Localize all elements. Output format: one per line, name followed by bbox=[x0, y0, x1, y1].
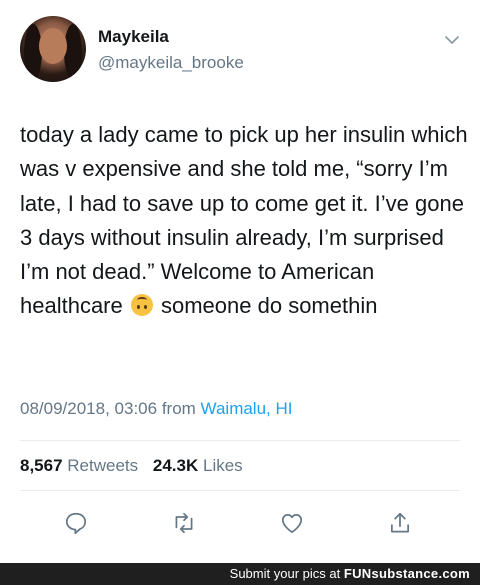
reply-icon bbox=[65, 512, 87, 535]
tweet-location-link[interactable]: Waimalu, HI bbox=[201, 399, 293, 418]
tweet-card: Maykeila @maykeila_brooke today a lady c… bbox=[0, 0, 480, 563]
tweet-meta: 08/09/2018, 03:06 from Waimalu, HI bbox=[20, 399, 293, 419]
footer-submit-text: Submit your pics at bbox=[229, 566, 341, 581]
tweet-text-main: today a lady came to pick up her insulin… bbox=[20, 122, 468, 319]
divider bbox=[20, 490, 460, 491]
retweets-label[interactable]: Retweets bbox=[67, 456, 138, 475]
tweet-header: Maykeila @maykeila_brooke bbox=[20, 16, 460, 86]
chevron-down-icon[interactable] bbox=[444, 32, 460, 48]
author-handle[interactable]: @maykeila_brooke bbox=[98, 53, 244, 73]
retweets-count[interactable]: 8,567 bbox=[20, 456, 63, 475]
tweet-timestamp[interactable]: 08/09/2018, 03:06 bbox=[20, 399, 157, 418]
upside-down-face-icon bbox=[130, 294, 153, 317]
tweet-text-end: someone do somethin bbox=[161, 293, 378, 319]
tweet-text: today a lady came to pick up her insulin… bbox=[20, 118, 470, 324]
author-name[interactable]: Maykeila bbox=[98, 27, 169, 47]
avatar-face bbox=[39, 28, 67, 64]
likes-label[interactable]: Likes bbox=[203, 456, 243, 475]
tweet-stats: 8,567 Retweets 24.3K Likes bbox=[20, 456, 253, 476]
heart-icon bbox=[281, 514, 303, 534]
footer-brand: FUNsubstance.com bbox=[343, 566, 470, 581]
like-button[interactable] bbox=[276, 507, 308, 539]
avatar-hair-right bbox=[64, 24, 82, 80]
watermark-footer: Submit your pics at FUNsubstance.com bbox=[0, 563, 480, 585]
retweet-button[interactable] bbox=[168, 507, 200, 539]
likes-count[interactable]: 24.3K bbox=[153, 456, 198, 475]
from-label: from bbox=[161, 399, 196, 418]
share-button[interactable] bbox=[384, 507, 416, 539]
avatar[interactable] bbox=[20, 16, 86, 82]
share-icon bbox=[391, 512, 409, 533]
retweet-icon bbox=[175, 512, 193, 534]
reply-button[interactable] bbox=[60, 507, 92, 539]
tweet-actions bbox=[0, 505, 480, 541]
divider bbox=[20, 440, 460, 441]
